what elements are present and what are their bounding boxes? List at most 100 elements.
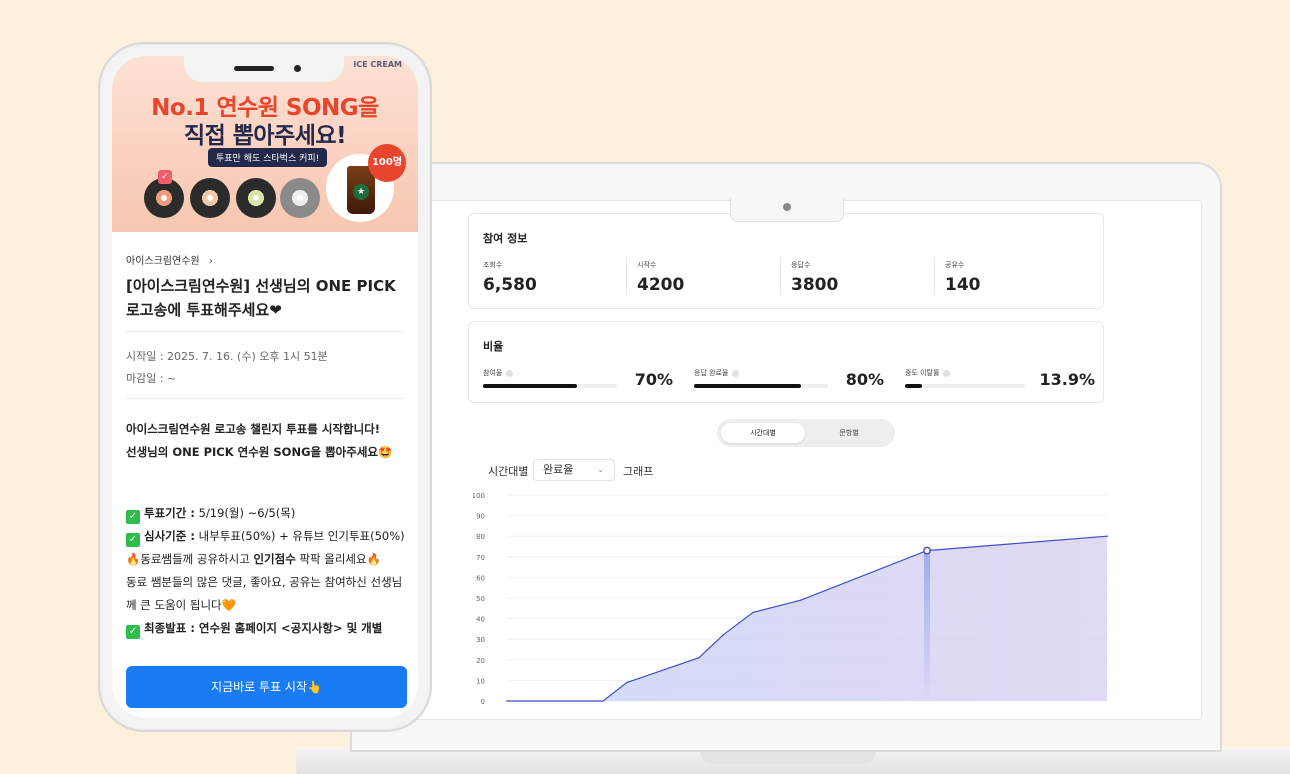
- y-tick-label: 70: [476, 554, 485, 562]
- stat-divider: [934, 258, 935, 294]
- start-date: 시작일 : 2025. 7. 16. (수) 오후 1시 51분: [126, 350, 328, 363]
- filter-suffix: 그래프: [623, 465, 654, 478]
- breadcrumb[interactable]: 아이스크림연수원 ›: [126, 252, 213, 267]
- check-icon: ✓: [158, 170, 172, 184]
- final-line: ✓ 최종발표 : 연수원 홈페이지 <공지사항> 및 개별: [126, 617, 408, 640]
- ratio-dropout: 중도 이탈률 13.9%: [905, 368, 1095, 396]
- view-tabs: 시간대별 문항별: [717, 419, 895, 447]
- y-tick-label: 20: [476, 657, 485, 665]
- tab-by-question[interactable]: 문항별: [807, 423, 891, 443]
- intro-line1: 아이스크림연수원 로고송 챌린지 투표를 시작합니다!: [126, 422, 381, 436]
- participation-title: 참여 정보: [483, 232, 528, 245]
- ratio-bar-fill: [694, 384, 802, 388]
- y-tick-label: 100: [473, 492, 485, 500]
- stat-starts: 시작수 4200: [637, 260, 787, 295]
- ratio-value: 13.9%: [1039, 370, 1095, 389]
- laptop-frame: 참여 정보 조회수 6,580 시작수 4200 응답수 3800 공유수 14…: [350, 162, 1222, 752]
- chevron-right-icon: ›: [208, 256, 213, 267]
- phone-screen: ICE CREAM No.1 연수원 SONG을 직접 뽑아주세요! 투표만 해…: [112, 56, 418, 718]
- share-line: 🔥동료쌤들께 공유하시고 인기점수 팍팍 올리세요🔥: [126, 552, 381, 566]
- ratio-participation: 참여율 70%: [483, 368, 673, 396]
- stat-label: 시작수: [637, 261, 657, 269]
- ratio-completion: 응답 완료율 80%: [694, 368, 884, 396]
- divider: [126, 331, 404, 332]
- end-date: 마감일 : ~: [126, 372, 177, 385]
- period-line: ✓ 투표기간 : 5/19(월) ~6/5(목): [126, 502, 408, 525]
- ratio-title: 비율: [483, 340, 504, 353]
- stat-value: 4200: [637, 275, 685, 295]
- tab-by-time[interactable]: 시간대별: [721, 423, 805, 443]
- completion-chart: 0 10 20 30 40 50 60 70 80 90 100: [472, 483, 1123, 717]
- info-icon[interactable]: [506, 369, 514, 377]
- ratio-label: 참여율: [483, 368, 514, 378]
- stat-shares: 공유수 140: [945, 260, 1095, 295]
- stat-value: 140: [945, 275, 981, 295]
- fire-icon: 🔥: [126, 552, 141, 566]
- dashboard-screen: 참여 정보 조회수 6,580 시작수 4200 응답수 3800 공유수 14…: [372, 200, 1202, 720]
- stat-label: 공유수: [945, 261, 965, 269]
- y-tick-label: 40: [476, 616, 485, 624]
- y-tick-label: 90: [476, 513, 485, 521]
- divider: [126, 398, 404, 399]
- data-point: [1106, 535, 1108, 537]
- criteria-line: ✓ 심사기준 : 내부투표(50%) + 유튜브 인기투표(50%): [126, 525, 408, 548]
- prize-badge: 100명: [368, 144, 406, 182]
- speaker-icon: [234, 66, 274, 71]
- brand-logo: ICE CREAM: [353, 60, 402, 69]
- phone-notch: [184, 56, 344, 82]
- stat-label: 조회수: [483, 261, 503, 269]
- ratio-value: 80%: [845, 370, 884, 389]
- star-icon: ★: [353, 184, 369, 200]
- camera-icon: [783, 203, 791, 211]
- stat-value: 3800: [791, 275, 839, 295]
- front-camera-icon: [294, 65, 301, 72]
- data-point: [752, 611, 754, 614]
- vote-details: ✓ 투표기간 : 5/19(월) ~6/5(목) ✓ 심사기준 : 내부투표(50%…: [126, 502, 408, 640]
- vinyl-record-icon: [236, 178, 276, 218]
- stat-divider: [626, 258, 627, 294]
- checkbox-icon: ✓: [126, 625, 140, 639]
- metric-select-value: 완료율: [543, 463, 574, 476]
- participation-card: 참여 정보 조회수 6,580 시작수 4200 응답수 3800 공유수 14…: [468, 213, 1104, 309]
- stat-value: 6,580: [483, 275, 537, 295]
- checkbox-icon: ✓: [126, 510, 140, 524]
- ratio-bar: [483, 384, 617, 388]
- y-tick-label: 0: [481, 698, 485, 706]
- ratio-card: 비율 참여율 70% 응답 완료율 80% 중도 이탈률 13.9%: [468, 321, 1104, 403]
- banner-title-line2: 직접 뽑아주세요!: [183, 123, 347, 149]
- y-tick-label: 60: [476, 574, 485, 582]
- info-icon[interactable]: [732, 369, 740, 377]
- stat-responses: 응답수 3800: [791, 260, 941, 295]
- ratio-label: 응답 완료율: [694, 368, 740, 378]
- data-point: [800, 599, 802, 601]
- ratio-value: 70%: [634, 370, 673, 389]
- ratio-label: 중도 이탈률: [905, 368, 951, 378]
- ratio-bar: [905, 384, 1025, 388]
- ratio-bar-fill: [483, 384, 577, 388]
- data-point: [506, 700, 508, 702]
- data-point: [722, 634, 724, 636]
- chevron-down-icon: ⌄: [597, 465, 604, 474]
- phone-frame: ICE CREAM No.1 연수원 SONG을 직접 뽑아주세요! 투표만 해…: [98, 42, 432, 732]
- data-point: [698, 656, 700, 659]
- highlight-drop: [924, 550, 930, 701]
- intro-text: 아이스크림연수원 로고송 챌린지 투표를 시작합니다! 선생님의 ONE PIC…: [126, 418, 408, 464]
- fire-icon: 🔥: [366, 552, 381, 566]
- intro-line2: 선생님의 ONE PICK 연수원 SONG을 뽑아주세요🤩: [126, 445, 393, 459]
- info-icon[interactable]: [943, 369, 951, 377]
- banner-pill: 투표만 해도 스타벅스 커피!: [208, 148, 328, 167]
- metric-select[interactable]: 완료율 ⌄: [533, 459, 615, 481]
- ratio-bar: [694, 384, 828, 388]
- checkbox-icon: ✓: [126, 533, 140, 547]
- data-point: [626, 681, 628, 684]
- camera-notch: [730, 198, 844, 222]
- start-vote-button[interactable]: 지금바로 투표 시작👆: [126, 666, 407, 708]
- highlight-point: [923, 546, 931, 555]
- vinyl-record-icon: [144, 178, 184, 218]
- breadcrumb-label: 아이스크림연수원: [126, 256, 200, 267]
- post-title: [아이스크림연수원] 선생님의 ONE PICK 로고송에 투표해주세요❤: [126, 277, 396, 319]
- share-note: 동료 쌤분들의 많은 댓글, 좋아요, 공유는 참여하신 선생님께 큰 도움이 …: [126, 575, 403, 612]
- ratio-bar-fill: [905, 384, 922, 388]
- vinyl-record-icon: [280, 178, 320, 218]
- promo-banner: ICE CREAM No.1 연수원 SONG을 직접 뽑아주세요! 투표만 해…: [112, 56, 418, 232]
